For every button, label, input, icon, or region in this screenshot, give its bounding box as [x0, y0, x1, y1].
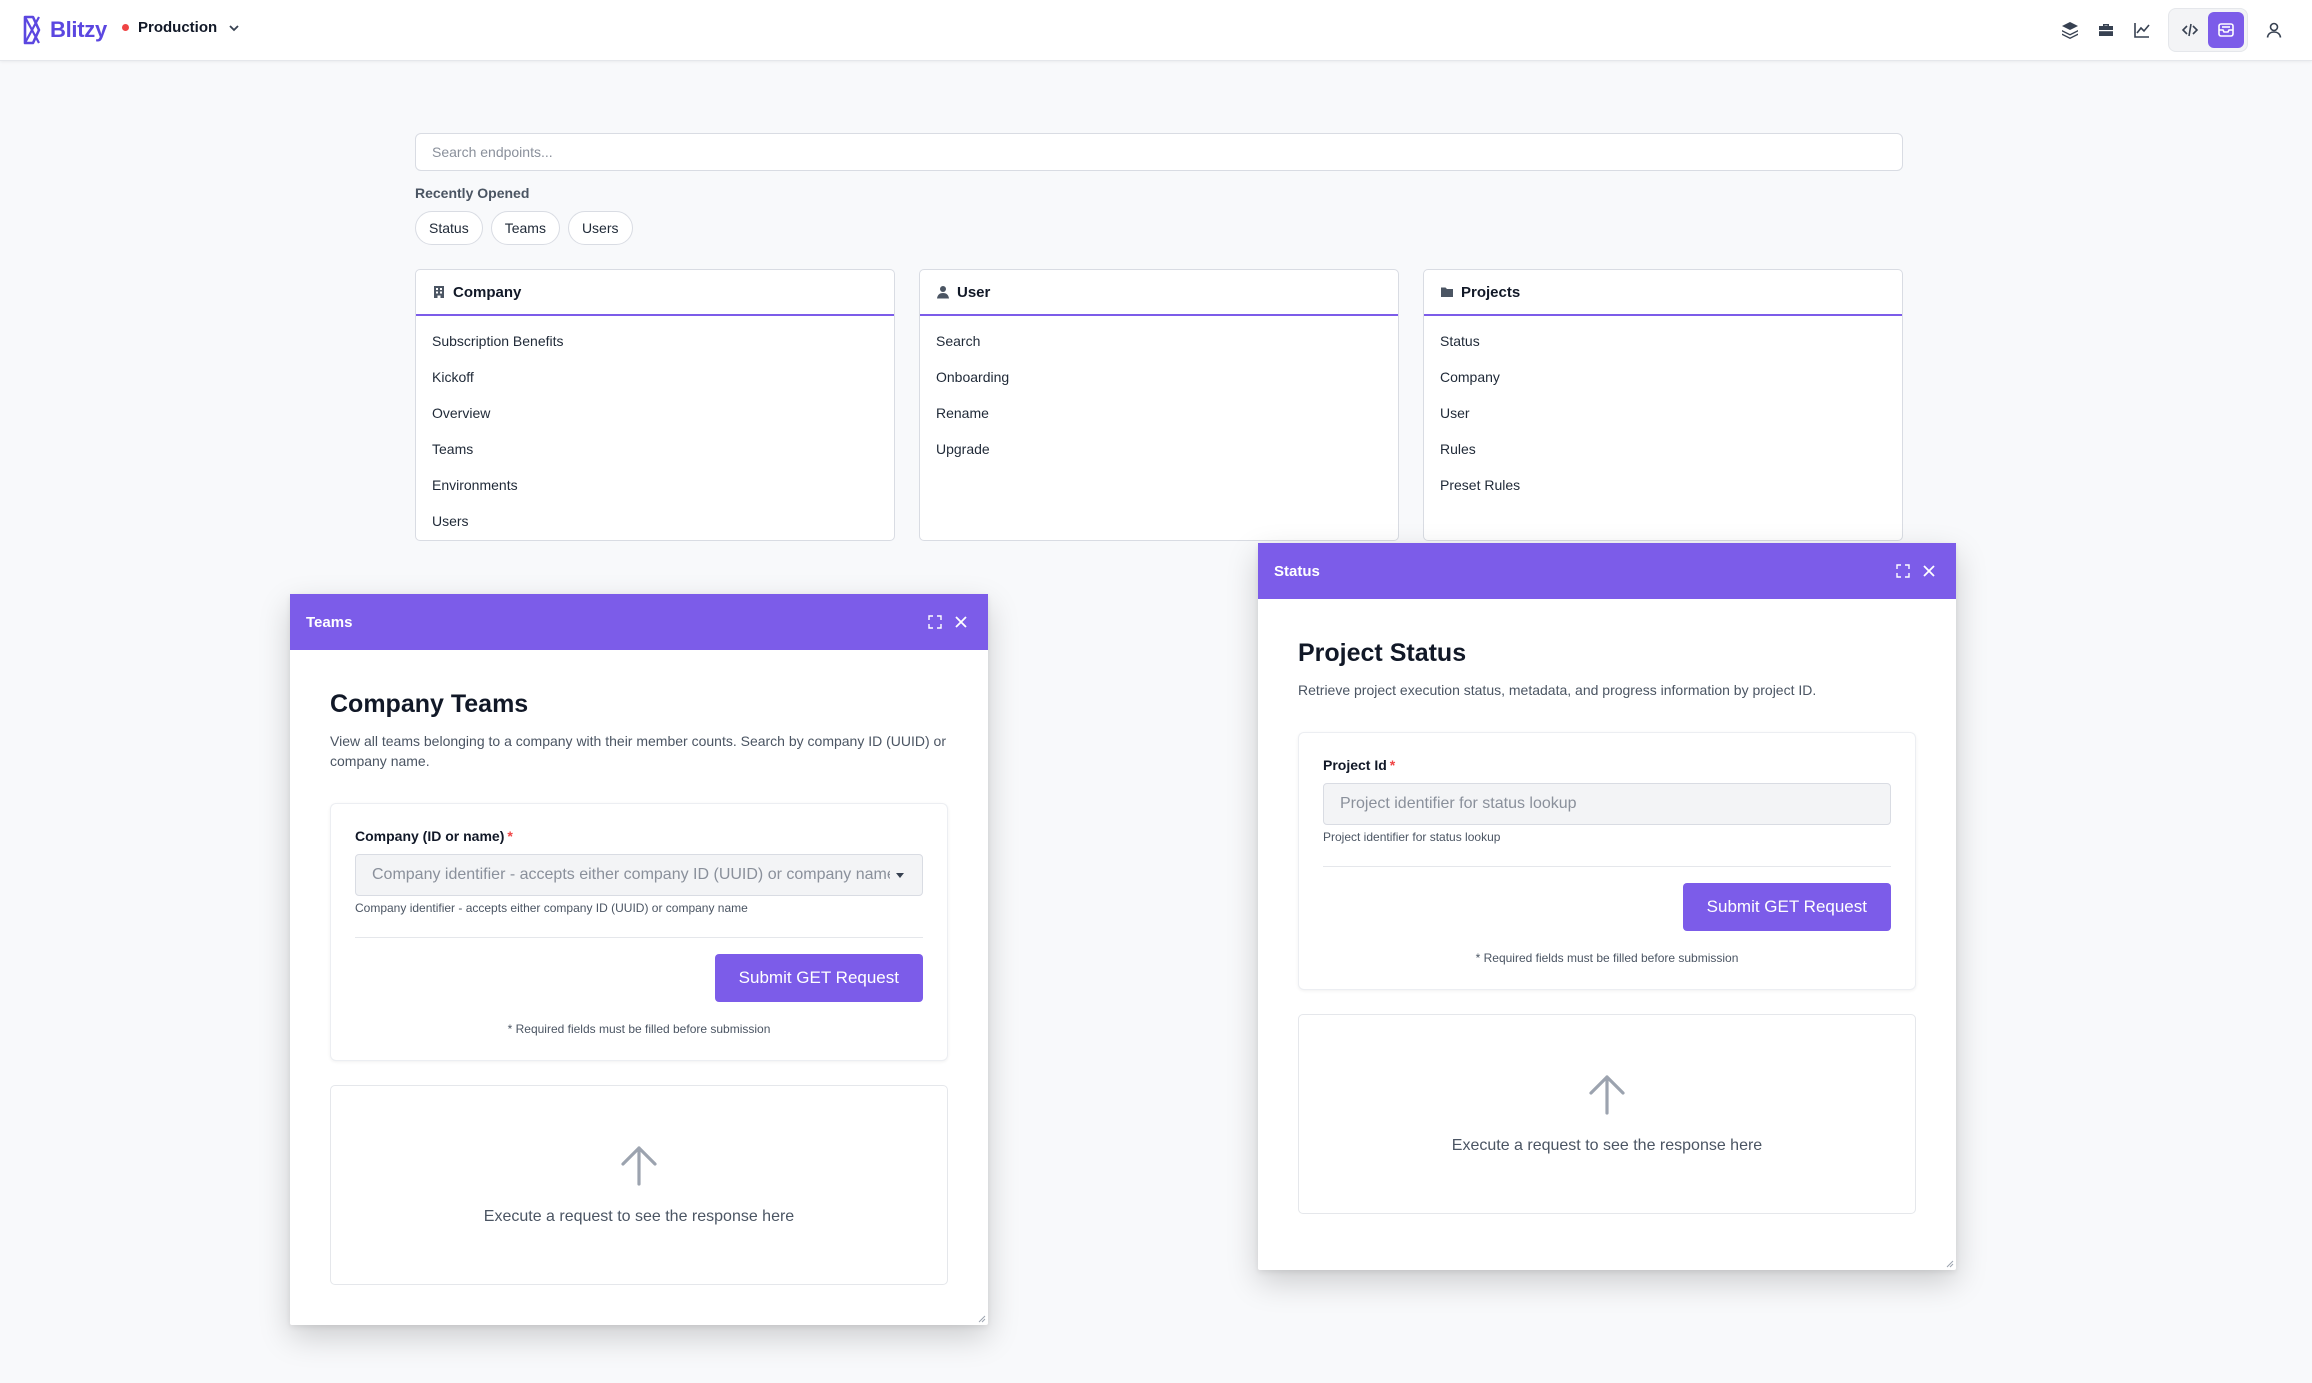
arrow-up-icon — [1589, 1075, 1625, 1115]
close-icon[interactable] — [950, 611, 972, 633]
project-id-placeholder: Project identifier for status lookup — [1340, 795, 1577, 812]
top-icon-bar — [2052, 8, 2292, 52]
environment-selector[interactable]: Production — [122, 19, 241, 36]
card-title: User — [957, 283, 991, 301]
endpoint-link[interactable]: Environments — [416, 467, 894, 503]
modal-title: Teams — [306, 613, 353, 631]
field-label: Company (ID or name) * — [355, 828, 923, 844]
submit-get-request-button[interactable]: Submit GET Request — [1682, 883, 1891, 931]
arrow-up-icon — [621, 1146, 657, 1186]
endpoint-list: Subscription Benefits Kickoff Overview T… — [416, 316, 894, 539]
endpoint-description: Retrieve project execution status, metad… — [1298, 682, 1817, 698]
modal-header: Teams — [290, 594, 988, 650]
endpoint-link[interactable]: Subscription Benefits — [416, 323, 894, 359]
button-row: Submit GET Request — [1323, 883, 1891, 931]
company-select-placeholder: Company identifier - accepts either comp… — [372, 866, 890, 883]
building-icon — [434, 286, 444, 298]
modal-header: Status — [1258, 543, 1956, 599]
required-fields-note: * Required fields must be filled before … — [1475, 951, 1739, 965]
user-icon[interactable] — [2256, 12, 2292, 48]
required-asterisk: * — [1389, 757, 1396, 773]
modal-body: Company Teams View all teams belonging t… — [290, 650, 988, 1285]
endpoint-heading: Company Teams — [330, 690, 529, 718]
app-logo[interactable]: Blitzy — [20, 14, 107, 46]
required-asterisk: * — [507, 828, 513, 844]
card-title: Projects — [1461, 283, 1521, 301]
environment-status-dot — [122, 24, 129, 31]
endpoint-link[interactable]: User — [1424, 395, 1902, 431]
recent-chip-status[interactable]: Status — [415, 211, 483, 245]
response-placeholder: Execute a request to see the response he… — [1451, 1137, 1763, 1154]
field-label: Project Id * — [1323, 757, 1891, 773]
expand-icon[interactable] — [1892, 560, 1914, 582]
top-bar: Blitzy Production — [0, 0, 2312, 61]
endpoint-link[interactable]: Kickoff — [416, 359, 894, 395]
request-form: Project Id * Project identifier for statu… — [1298, 732, 1916, 990]
response-placeholder: Execute a request to see the response he… — [483, 1208, 795, 1225]
chevron-down-icon — [896, 873, 904, 878]
endpoint-link[interactable]: Users — [416, 503, 894, 539]
category-card-projects: Projects Status Company User Rules Prese… — [1423, 269, 1903, 541]
modal-body: Project Status Retrieve project executio… — [1258, 599, 1956, 1214]
recently-opened-label: Recently Opened — [415, 185, 530, 201]
divider — [1323, 866, 1891, 867]
endpoint-heading: Project Status — [1298, 639, 1467, 667]
request-form: Company (ID or name) * Company identifier… — [330, 803, 948, 1061]
expand-icon[interactable] — [924, 611, 946, 633]
person-icon — [937, 286, 949, 299]
category-card-user: User Search Onboarding Rename Upgrade — [919, 269, 1399, 541]
endpoint-link[interactable]: Search — [920, 323, 1398, 359]
chevron-down-icon — [229, 24, 239, 31]
field-help-text: Company identifier - accepts either comp… — [355, 901, 748, 915]
card-header: User — [920, 270, 1398, 316]
card-header: Projects — [1424, 270, 1902, 316]
status-modal: Status Project Status Retrieve project e… — [1258, 543, 1956, 1270]
teams-modal: Teams Company Teams View all teams belon… — [290, 594, 988, 1325]
recent-chip-users[interactable]: Users — [567, 211, 633, 245]
endpoint-link[interactable]: Rename — [920, 395, 1398, 431]
endpoint-link[interactable]: Company — [1424, 359, 1902, 395]
code-icon[interactable] — [2172, 12, 2208, 48]
recently-opened-list: Status Teams Users — [415, 211, 633, 245]
divider — [355, 937, 923, 938]
category-card-company: Company Subscription Benefits Kickoff Ov… — [415, 269, 895, 541]
endpoint-link[interactable]: Onboarding — [920, 359, 1398, 395]
endpoint-link[interactable]: Teams — [416, 431, 894, 467]
app-name: Blitzy — [50, 17, 107, 42]
endpoint-link[interactable]: Preset Rules — [1424, 467, 1902, 503]
chart-icon[interactable] — [2124, 12, 2160, 48]
blitzy-logo-icon — [23, 15, 41, 45]
card-header: Company — [416, 270, 894, 316]
button-row: Submit GET Request — [355, 954, 923, 1002]
search-input[interactable] — [415, 133, 1903, 171]
close-icon[interactable] — [1918, 560, 1940, 582]
company-select[interactable]: Company identifier - accepts either comp… — [355, 854, 923, 896]
recent-chip-teams[interactable]: Teams — [490, 211, 560, 245]
response-panel: Execute a request to see the response he… — [1298, 1014, 1916, 1214]
submit-get-request-button[interactable]: Submit GET Request — [714, 954, 923, 1002]
folder-icon — [1441, 287, 1453, 297]
environment-label: Production — [138, 19, 218, 36]
view-toggle-group — [2168, 8, 2248, 52]
required-fields-note: * Required fields must be filled before … — [507, 1022, 771, 1036]
field-help-text: Project identifier for status lookup — [1323, 830, 1501, 844]
field-label-text: Company (ID or name) — [355, 828, 505, 844]
card-title: Company — [453, 283, 522, 301]
endpoint-list: Status Company User Rules Preset Rules — [1424, 316, 1902, 503]
layers-icon[interactable] — [2052, 12, 2088, 48]
endpoint-description: View all teams belonging to a company wi… — [330, 733, 947, 769]
endpoint-link[interactable]: Rules — [1424, 431, 1902, 467]
endpoint-link[interactable]: Status — [1424, 323, 1902, 359]
response-panel: Execute a request to see the response he… — [330, 1085, 948, 1285]
briefcase-icon[interactable] — [2088, 12, 2124, 48]
project-id-input[interactable]: Project identifier for status lookup — [1323, 783, 1891, 825]
resize-handle-icon[interactable] — [1944, 1258, 1954, 1268]
endpoint-link[interactable]: Upgrade — [920, 431, 1398, 467]
modal-title: Status — [1274, 562, 1320, 580]
inbox-icon[interactable] — [2208, 12, 2244, 48]
endpoint-link[interactable]: Overview — [416, 395, 894, 431]
field-label-text: Project Id — [1323, 757, 1387, 773]
endpoint-list: Search Onboarding Rename Upgrade — [920, 316, 1398, 467]
resize-handle-icon[interactable] — [976, 1313, 986, 1323]
